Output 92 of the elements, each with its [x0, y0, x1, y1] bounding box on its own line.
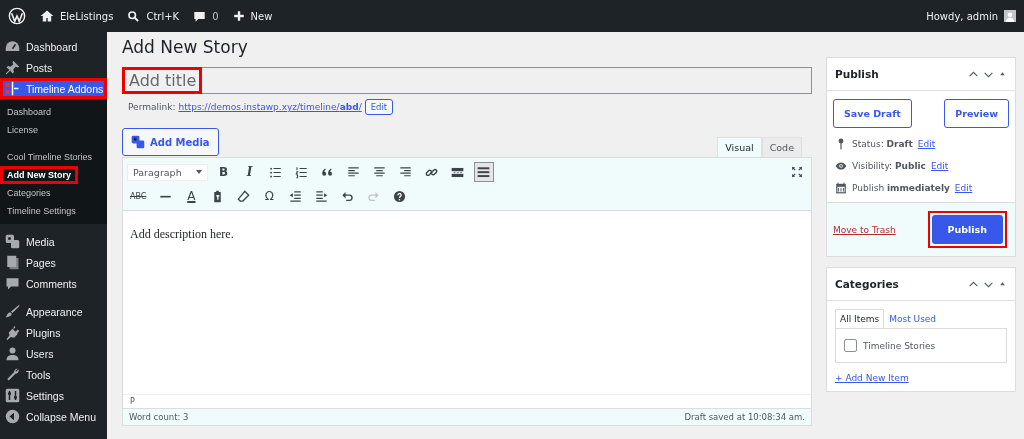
greeting[interactable]: Howdy, admin: [926, 10, 998, 22]
strikethrough-button[interactable]: ABC: [127, 186, 150, 206]
user-icon: [5, 346, 20, 361]
publish-setting: Publish immediately: [852, 183, 950, 193]
text-color-button[interactable]: A: [181, 186, 202, 206]
preview-button[interactable]: Preview: [944, 99, 1009, 128]
bullet-list-icon: [269, 165, 283, 179]
permalink-label: Permalink:: [128, 102, 176, 112]
panel-title: Publish: [835, 68, 879, 80]
checkbox[interactable]: [844, 339, 857, 352]
editor-tab[interactable]: Code: [761, 137, 802, 157]
search-icon[interactable]: [127, 9, 141, 23]
wrench-icon: [5, 367, 20, 382]
menu-item[interactable]: Settings: [0, 385, 107, 406]
draft-saved-text: Draft saved at 10:08:34 am.: [684, 412, 805, 422]
submenu-item[interactable]: Categories: [0, 184, 58, 202]
eye-icon: [835, 160, 847, 172]
menu-item[interactable]: Media: [0, 231, 107, 252]
menu-item[interactable]: Comments: [0, 273, 107, 294]
speech-bubble-icon: [5, 276, 20, 291]
page-title: Add New Story: [122, 37, 249, 57]
menu-item[interactable]: Plugins: [0, 322, 107, 343]
search-shortcut[interactable]: Ctrl+K: [146, 10, 180, 22]
content-text: Add description here.: [130, 227, 234, 241]
plug-icon: [5, 325, 20, 340]
edit-link[interactable]: Edit: [930, 161, 949, 171]
publish-setting: Visibility: Public: [852, 161, 926, 171]
new-link[interactable]: New: [250, 10, 273, 22]
help-icon: [392, 189, 406, 203]
outdent-icon: [288, 189, 302, 203]
menu-item[interactable]: Timeline Addons: [0, 78, 107, 99]
timeline-icon: [5, 81, 20, 96]
home-icon[interactable]: [40, 9, 54, 23]
collapse-icon: [5, 409, 20, 424]
submenu-item[interactable]: Timeline Settings: [0, 202, 83, 220]
edit-permalink-button[interactable]: Edit: [364, 99, 394, 115]
read-more-icon: [451, 165, 465, 179]
toolbar-toggle-button[interactable]: [473, 162, 494, 182]
toolbar-toggle-icon: [477, 165, 491, 179]
italic-button[interactable]: I: [239, 162, 260, 182]
gauge-icon: [5, 39, 20, 54]
pages-icon: [5, 255, 20, 270]
editor-tab[interactable]: Visual: [717, 137, 762, 157]
save-draft-button[interactable]: Save Draft: [833, 99, 912, 128]
bold-button[interactable]: B: [213, 162, 234, 182]
format-select[interactable]: Paragraph: [127, 163, 208, 181]
brush-icon: [5, 304, 20, 319]
numbered-list-icon: [295, 165, 309, 179]
comment-count[interactable]: 0: [212, 10, 219, 22]
menu-item[interactable]: Pages: [0, 252, 107, 273]
checkbox-label: Timeline Stories: [863, 340, 936, 351]
submenu-item[interactable]: Dashboard: [0, 103, 59, 121]
align-center-icon: [373, 165, 387, 179]
fullscreen-icon: [791, 166, 803, 178]
category-tab[interactable]: All Items: [835, 309, 885, 328]
panel-title: Categories: [835, 278, 899, 290]
calendar-icon: [835, 182, 847, 194]
media-icon: [5, 234, 20, 249]
menu-item[interactable]: Collapse Menu: [0, 406, 107, 427]
category-tab[interactable]: Most Used: [884, 309, 942, 328]
logo-icon[interactable]: [8, 7, 26, 25]
submenu-item[interactable]: License: [0, 121, 46, 139]
permalink-link[interactable]: https://demos.instawp.xyz/timeline/abd/: [178, 102, 362, 112]
align-left-icon: [347, 165, 361, 179]
submenu-item[interactable]: Cool Timeline Stories: [0, 148, 100, 166]
pushpin-icon: [5, 60, 20, 75]
submenu-item[interactable]: Add New Story: [0, 166, 78, 184]
menu-item[interactable]: Dashboard: [0, 36, 107, 57]
move-to-trash-link[interactable]: Move to Trash: [833, 224, 896, 235]
undo-icon: [340, 189, 354, 203]
redo-icon: [366, 189, 380, 203]
menu-item[interactable]: Users: [0, 343, 107, 364]
speech-bubble-icon[interactable]: [193, 9, 207, 23]
menu-item[interactable]: Tools: [0, 364, 107, 385]
align-right-icon: [399, 165, 413, 179]
add-media-button[interactable]: Add Media: [122, 128, 219, 156]
eraser-icon: [236, 189, 250, 203]
publish-button[interactable]: Publish: [931, 215, 1003, 244]
add-new-item-link[interactable]: + Add New Item: [835, 373, 909, 383]
special-character-button[interactable]: Ω: [259, 186, 280, 206]
publish-setting: Status: Draft: [852, 139, 913, 149]
site-name-link[interactable]: EleListings: [60, 10, 114, 22]
word-count: Word count: 3: [129, 412, 189, 422]
sliders-icon: [5, 388, 20, 403]
menu-item[interactable]: Posts: [0, 57, 107, 78]
media-icon: [131, 135, 145, 149]
edit-link[interactable]: Edit: [954, 183, 973, 193]
edit-link[interactable]: Edit: [917, 139, 936, 149]
indent-icon: [314, 189, 328, 203]
plus-icon[interactable]: [232, 10, 245, 22]
element-path: P: [130, 397, 135, 406]
menu-item[interactable]: Appearance: [0, 301, 107, 322]
